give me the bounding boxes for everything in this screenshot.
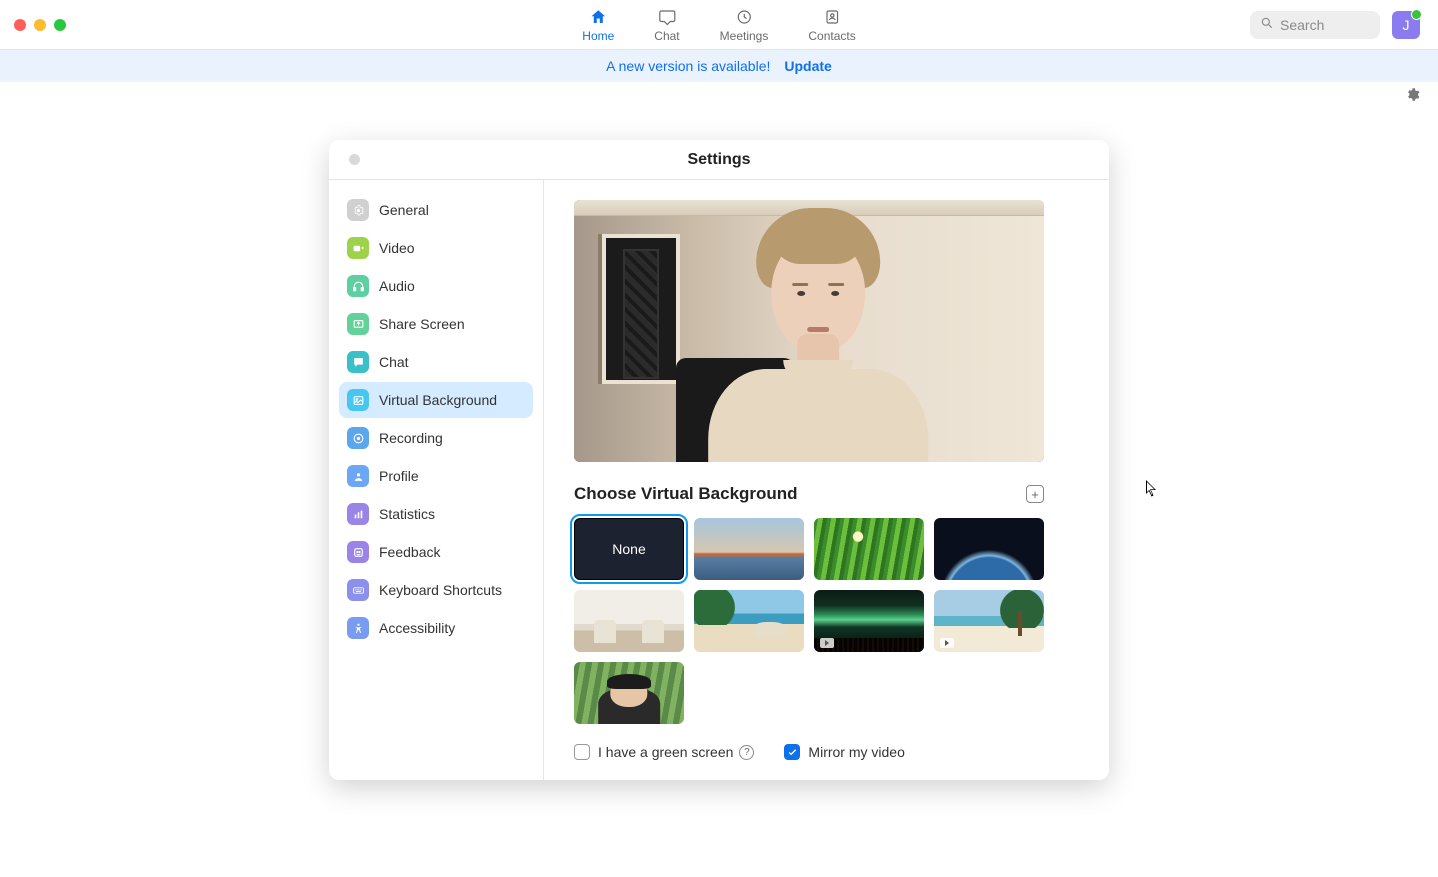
nav-tab-label: Meetings [720,29,769,43]
nav-tab-home[interactable]: Home [582,0,614,49]
sidebar-item-share-screen[interactable]: Share Screen [339,306,533,342]
sidebar-item-profile[interactable]: Profile [339,458,533,494]
search-input[interactable]: Search [1250,11,1380,39]
plus-icon: + [1031,487,1039,502]
settings-sidebar: General Video Audio Share Screen [329,180,544,780]
sidebar-item-label: Accessibility [379,620,455,636]
nav-tab-label: Home [582,29,614,43]
avatar-initial: J [1403,17,1410,33]
update-banner: A new version is available! Update [0,50,1438,82]
bg-option-earth[interactable] [934,518,1044,580]
sidebar-item-chat[interactable]: Chat [339,344,533,380]
mirror-video-checkbox[interactable] [784,744,800,760]
bg-option-aurora[interactable] [814,590,924,652]
search-icon [1260,16,1274,33]
profile-icon [347,465,369,487]
green-screen-checkbox[interactable] [574,744,590,760]
background-grid: None [574,518,1044,724]
mirror-video-option[interactable]: Mirror my video [784,744,904,760]
fullscreen-window-button[interactable] [54,19,66,31]
window-controls [0,19,66,31]
window-title-bar: Home Chat Meetings Contacts Search [0,0,1438,50]
bg-none-label: None [612,541,645,557]
sidebar-item-general[interactable]: General [339,192,533,228]
clock-icon [734,7,754,27]
sidebar-item-label: Feedback [379,544,440,560]
settings-gear-icon[interactable] [1405,87,1420,107]
nav-tab-label: Contacts [808,29,855,43]
record-icon [347,427,369,449]
sidebar-item-label: Virtual Background [379,392,497,408]
minimize-window-button[interactable] [34,19,46,31]
bg-option-beach1[interactable] [694,590,804,652]
nav-tab-label: Chat [654,29,679,43]
chat-bubble-icon [657,7,677,27]
bg-option-room[interactable] [574,590,684,652]
sidebar-item-statistics[interactable]: Statistics [339,496,533,532]
sidebar-item-virtual-background[interactable]: Virtual Background [339,382,533,418]
sidebar-item-label: Keyboard Shortcuts [379,582,502,598]
sidebar-item-label: Profile [379,468,419,484]
sidebar-item-label: Chat [379,354,409,370]
sidebar-item-video[interactable]: Video [339,230,533,266]
sidebar-item-keyboard-shortcuts[interactable]: Keyboard Shortcuts [339,572,533,608]
video-preview [574,200,1044,462]
settings-panel-virtual-background: Choose Virtual Background + None [544,180,1109,780]
stats-icon [347,503,369,525]
accessibility-icon [347,617,369,639]
content-header [0,82,1438,112]
mirror-video-label: Mirror my video [808,744,904,760]
sidebar-item-label: General [379,202,429,218]
sidebar-item-accessibility[interactable]: Accessibility [339,610,533,646]
section-header: Choose Virtual Background + [574,484,1044,504]
video-icon [347,237,369,259]
video-indicator-icon [940,638,954,648]
share-screen-icon [347,313,369,335]
headphones-icon [347,275,369,297]
nav-tab-meetings[interactable]: Meetings [720,0,769,49]
video-indicator-icon [820,638,834,648]
settings-close-button[interactable] [349,154,360,165]
sidebar-item-recording[interactable]: Recording [339,420,533,456]
options-row: I have a green screen ? Mirror my video [574,744,1079,760]
add-background-button[interactable]: + [1026,485,1044,503]
help-icon[interactable]: ? [739,745,754,760]
close-window-button[interactable] [14,19,26,31]
sidebar-item-feedback[interactable]: Feedback [339,534,533,570]
nav-tab-contacts[interactable]: Contacts [808,0,855,49]
sidebar-item-label: Audio [379,278,415,294]
bg-option-grass[interactable] [814,518,924,580]
sidebar-item-label: Statistics [379,506,435,522]
section-title: Choose Virtual Background [574,484,798,504]
chat-icon [347,351,369,373]
keyboard-icon [347,579,369,601]
bg-option-none[interactable]: None [574,518,684,580]
main-nav: Home Chat Meetings Contacts [582,0,855,49]
settings-titlebar: Settings [329,140,1109,180]
home-icon [588,7,608,27]
nav-tab-chat[interactable]: Chat [654,0,679,49]
sidebar-item-label: Video [379,240,415,256]
cursor-icon [1146,480,1158,498]
bg-option-beach2[interactable] [934,590,1044,652]
update-link[interactable]: Update [784,58,831,74]
sidebar-item-label: Share Screen [379,316,465,332]
banner-message: A new version is available! [606,58,770,74]
feedback-icon [347,541,369,563]
nav-right: Search J [1250,11,1438,39]
virtual-bg-icon [347,389,369,411]
search-placeholder: Search [1280,17,1324,33]
settings-window: Settings General Video Audio [329,140,1109,780]
green-screen-label: I have a green screen [598,744,733,760]
bg-option-person[interactable] [574,662,684,724]
user-avatar[interactable]: J [1392,11,1420,39]
sidebar-item-label: Recording [379,430,443,446]
green-screen-option[interactable]: I have a green screen ? [574,744,754,760]
contacts-icon [822,7,842,27]
settings-body: General Video Audio Share Screen [329,180,1109,780]
sidebar-item-audio[interactable]: Audio [339,268,533,304]
bg-option-bridge[interactable] [694,518,804,580]
gear-icon [347,199,369,221]
settings-title: Settings [687,151,750,169]
